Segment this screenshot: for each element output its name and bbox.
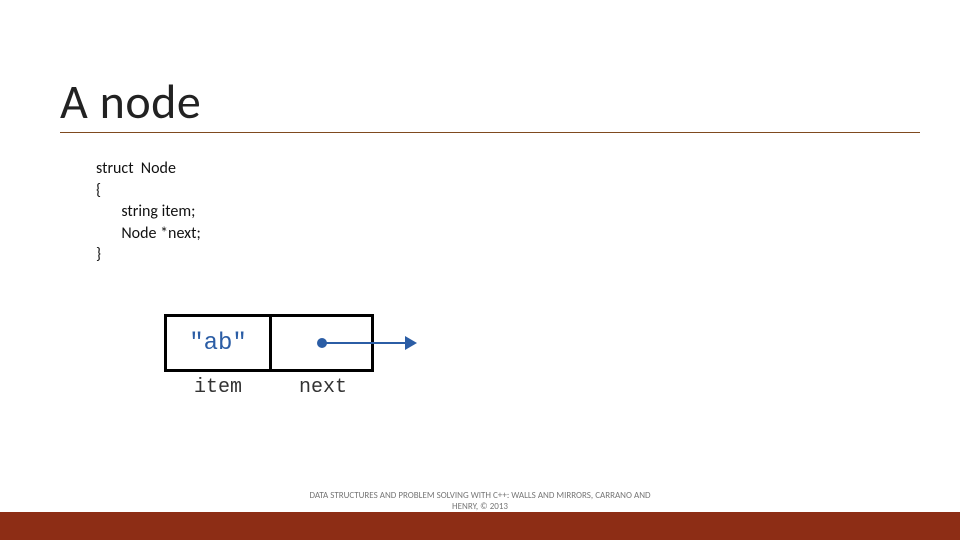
item-label: item xyxy=(164,376,272,399)
title-underline xyxy=(60,132,920,133)
pointer-arrow-head-icon xyxy=(405,336,417,350)
node-diagram: "ab" item next xyxy=(164,314,374,399)
slide: A node struct Node { string item; Node *… xyxy=(0,0,960,540)
footer-line-2: HENRY, © 2013 xyxy=(452,501,508,512)
pointer-arrow-line-icon xyxy=(322,342,410,344)
cell-labels: item next xyxy=(164,376,374,399)
node-cells: "ab" xyxy=(164,314,374,372)
code-line-2: { xyxy=(96,181,101,200)
next-label: next xyxy=(272,376,374,399)
next-cell xyxy=(272,314,374,372)
code-line-3: string item; xyxy=(96,202,195,221)
page-title: A node xyxy=(60,72,201,131)
code-line-1: struct Node xyxy=(96,159,176,178)
code-block: struct Node { string item; Node *next; } xyxy=(96,158,201,266)
code-line-4: Node *next; xyxy=(96,224,201,243)
footer-band xyxy=(0,512,960,540)
footer-line-1: DATA STRUCTURES AND PROBLEM SOLVING WITH… xyxy=(309,490,650,501)
code-line-5: } xyxy=(96,245,101,264)
footer-citation: DATA STRUCTURES AND PROBLEM SOLVING WITH… xyxy=(0,490,960,513)
item-cell: "ab" xyxy=(164,314,272,372)
